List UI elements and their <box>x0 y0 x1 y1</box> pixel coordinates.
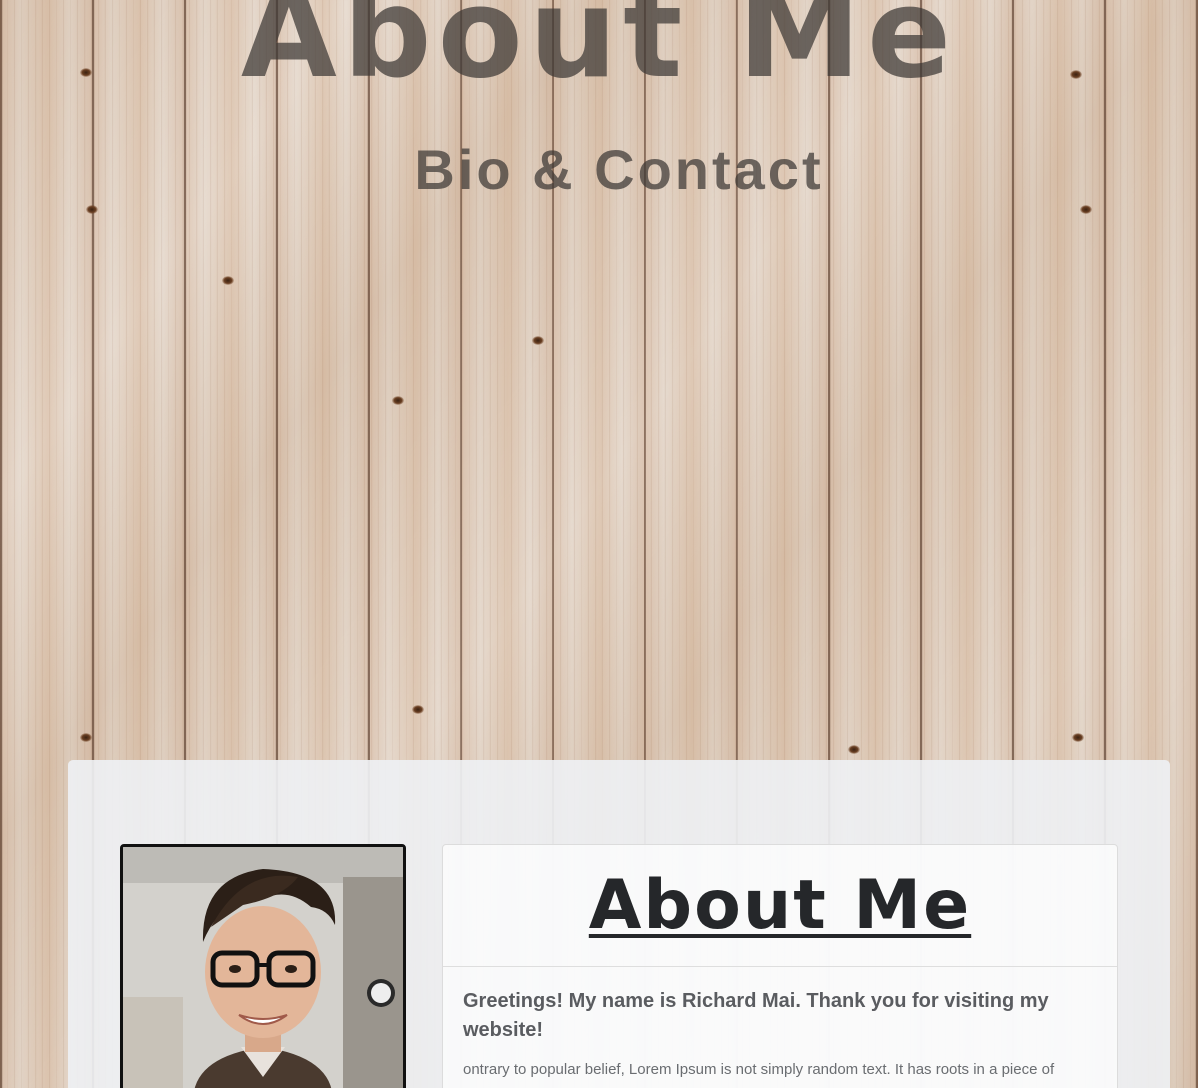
portrait-image <box>123 847 403 1088</box>
about-card-title: About Me <box>588 866 972 945</box>
wood-knot <box>86 205 98 214</box>
hero-subtitle: Bio & Contact <box>414 138 824 201</box>
wood-knot <box>80 733 92 742</box>
about-section-panel: About Me Greetings! My name is Richard M… <box>68 760 1170 1088</box>
hero-title: About Me <box>240 0 958 106</box>
wood-knot <box>1072 733 1084 742</box>
bio-paragraph: ontrary to popular belief, Lorem Ipsum i… <box>463 1061 1055 1078</box>
profile-photo <box>120 844 406 1088</box>
wood-knot <box>222 276 234 285</box>
about-card: About Me Greetings! My name is Richard M… <box>442 844 1118 1088</box>
about-card-header: About Me <box>443 845 1117 967</box>
wood-knot <box>392 396 404 405</box>
wood-knot <box>848 745 860 754</box>
greeting-text: Greetings! My name is Richard Mai. Thank… <box>463 990 1049 1041</box>
about-card-body: Greetings! My name is Richard Mai. Thank… <box>443 967 1117 1081</box>
wood-knot <box>532 336 544 345</box>
wood-knot <box>412 705 424 714</box>
wood-knot <box>1080 205 1092 214</box>
